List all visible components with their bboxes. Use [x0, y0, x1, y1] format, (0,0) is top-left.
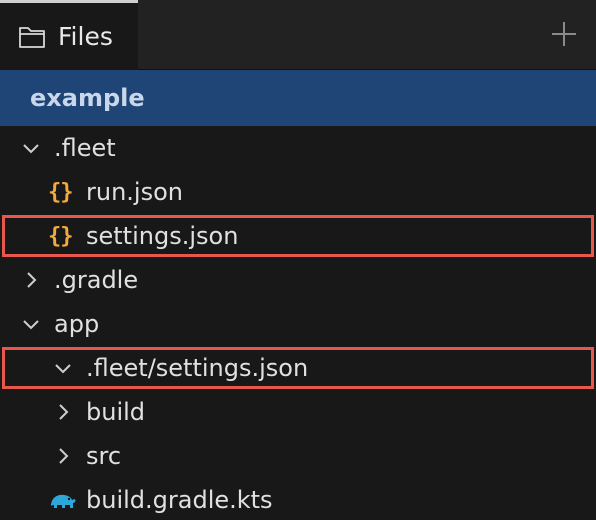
tab-files[interactable]: Files [0, 0, 138, 70]
chevron-right-icon[interactable] [52, 445, 74, 467]
files-panel: Files example .fleet {} run.json {} sett… [0, 0, 596, 520]
tree-item-label: .gradle [54, 266, 139, 294]
project-root-row[interactable]: example [0, 70, 596, 126]
json-braces-icon: {} [48, 223, 74, 249]
tree-item-label: build.gradle.kts [86, 486, 273, 514]
chevron-right-icon[interactable] [52, 401, 74, 423]
tree-item-app-folder[interactable]: app [0, 302, 596, 346]
gradle-elephant-icon [51, 494, 76, 508]
tree-item-fleet-folder[interactable]: .fleet [0, 126, 596, 170]
tree-item-app-fleet-settings[interactable]: .fleet/settings.json [0, 346, 596, 390]
chevron-down-icon[interactable] [20, 137, 42, 159]
panel-header: Files [0, 0, 596, 70]
tree-item-build-folder[interactable]: build [0, 390, 596, 434]
tree-item-label: src [86, 442, 122, 470]
chevron-down-icon[interactable] [20, 313, 42, 335]
plus-icon[interactable] [550, 20, 578, 48]
folder-icon [19, 26, 45, 48]
tree-item-label: .fleet [54, 134, 116, 162]
tree-item-label: build [86, 398, 146, 426]
chevron-down-icon[interactable] [52, 357, 74, 379]
project-name: example [30, 84, 145, 112]
tree-item-build-gradle-kts[interactable]: build.gradle.kts [0, 478, 596, 520]
tree-item-label: .fleet/settings.json [86, 354, 309, 382]
tree-item-gradle-folder[interactable]: .gradle [0, 258, 596, 302]
tree-item-label: run.json [86, 178, 183, 206]
tree-item-label: app [54, 310, 100, 338]
tree-item-label: settings.json [86, 222, 239, 250]
file-tree: .fleet {} run.json {} settings.json .gra… [0, 126, 596, 520]
tab-files-label: Files [58, 22, 113, 51]
chevron-right-icon[interactable] [20, 269, 42, 291]
tree-item-run-json[interactable]: {} run.json [0, 170, 596, 214]
json-braces-icon: {} [48, 179, 74, 205]
tree-item-src-folder[interactable]: src [0, 434, 596, 478]
tree-item-settings-json[interactable]: {} settings.json [0, 214, 596, 258]
